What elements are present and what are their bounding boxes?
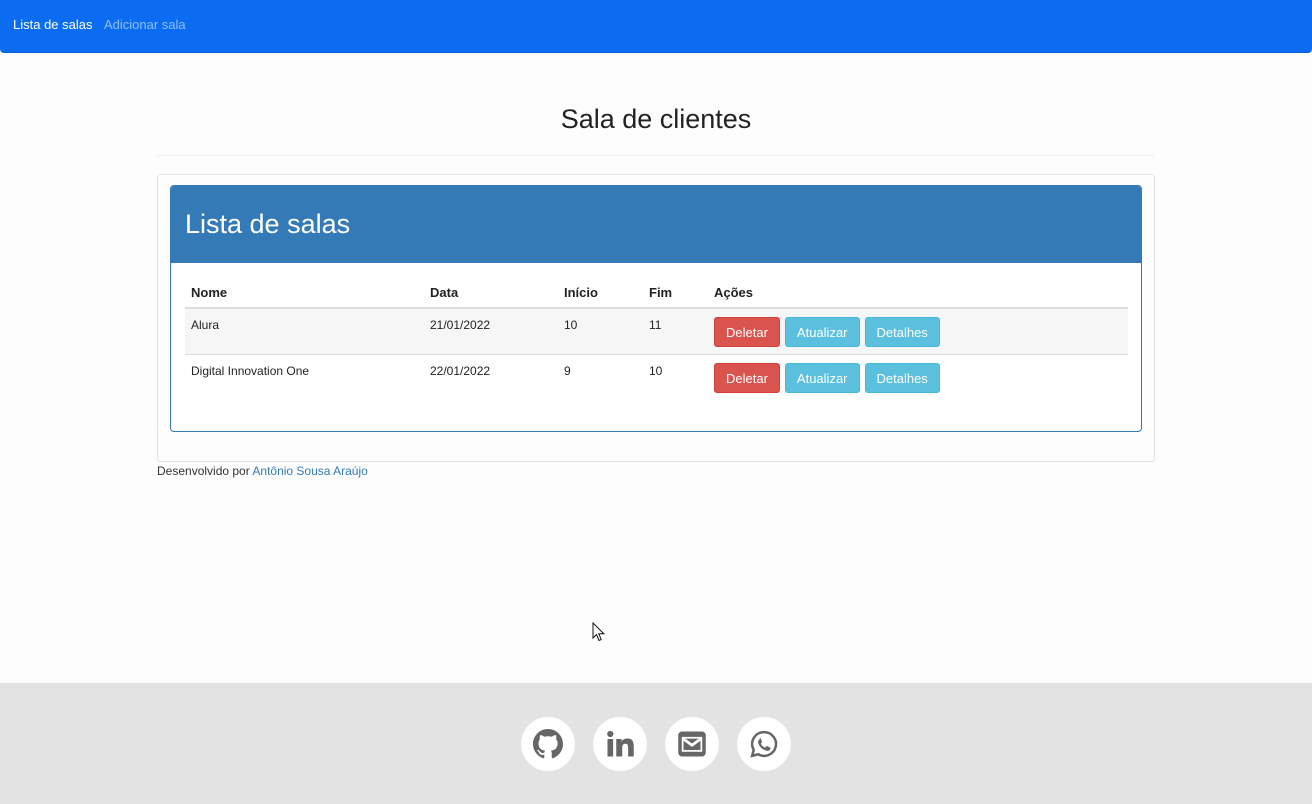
cell-inicio: 9: [564, 363, 571, 378]
update-button[interactable]: Atualizar: [784, 362, 860, 393]
table-row: Alura 21/01/2022 10 11 Deletar Atualizar D…: [185, 308, 1128, 355]
column-header-data: Data: [424, 278, 558, 309]
column-header-nome: Nome: [185, 278, 424, 309]
nav-link-adicionar-sala[interactable]: Adicionar sala: [104, 17, 186, 32]
details-button[interactable]: Detalhes: [864, 362, 940, 393]
credit-prefix: Desenvolvido por: [157, 464, 250, 478]
update-button[interactable]: Atualizar: [784, 317, 860, 347]
github-link[interactable]: [521, 717, 575, 771]
table-row: Digital Innovation One 22/01/2022 9 10 D…: [185, 354, 1128, 400]
rooms-panel: Lista de salas Nome Data Início Fim Açõe…: [170, 185, 1142, 432]
delete-button[interactable]: Deletar: [714, 317, 780, 347]
cell-nome: Digital Innovation One: [191, 363, 310, 378]
cell-data: 22/01/2022: [430, 363, 491, 378]
column-header-acoes: Ações: [708, 278, 1128, 309]
cell-acoes: Deletar Atualizar Detalhes: [708, 308, 1128, 355]
cell-acoes: Deletar Atualizar Detalhes: [708, 354, 1128, 400]
panel-title: Lista de salas: [185, 209, 351, 239]
rooms-table: Nome Data Início Fim Ações Alura 21/01/2…: [185, 278, 1128, 400]
mouse-cursor-icon: [592, 622, 606, 642]
cell-fim: 11: [643, 308, 708, 355]
github-icon: [533, 729, 563, 759]
whatsapp-icon: [750, 730, 778, 758]
column-header-fim: Fim: [643, 278, 708, 309]
footer: [0, 683, 1312, 804]
cell-inicio: 10: [558, 308, 643, 355]
details-button[interactable]: Detalhes: [864, 317, 940, 347]
email-icon: [678, 731, 706, 757]
author-link[interactable]: Antônio Sousa Araújo: [252, 464, 367, 478]
email-link[interactable]: [665, 717, 719, 771]
linkedin-link[interactable]: [593, 717, 647, 771]
credit-line: Desenvolvido por Antônio Sousa Araújo: [157, 464, 368, 478]
cell-data: 21/01/2022: [424, 308, 558, 355]
nav-link-lista-de-salas[interactable]: Lista de salas: [13, 17, 93, 32]
column-header-inicio: Início: [558, 278, 643, 309]
linkedin-icon: [607, 730, 634, 757]
title-divider: [157, 155, 1154, 156]
panel-heading: Lista de salas: [171, 186, 1141, 263]
cell-fim: 10: [649, 363, 663, 378]
page-title: Sala de clientes: [560, 104, 752, 134]
table-header-row: Nome Data Início Fim Ações: [185, 278, 1128, 309]
cell-nome: Alura: [185, 308, 424, 355]
whatsapp-link[interactable]: [737, 717, 791, 771]
delete-button[interactable]: Deletar: [714, 362, 780, 393]
top-navbar: Lista de salas Adicionar sala: [0, 0, 1312, 53]
